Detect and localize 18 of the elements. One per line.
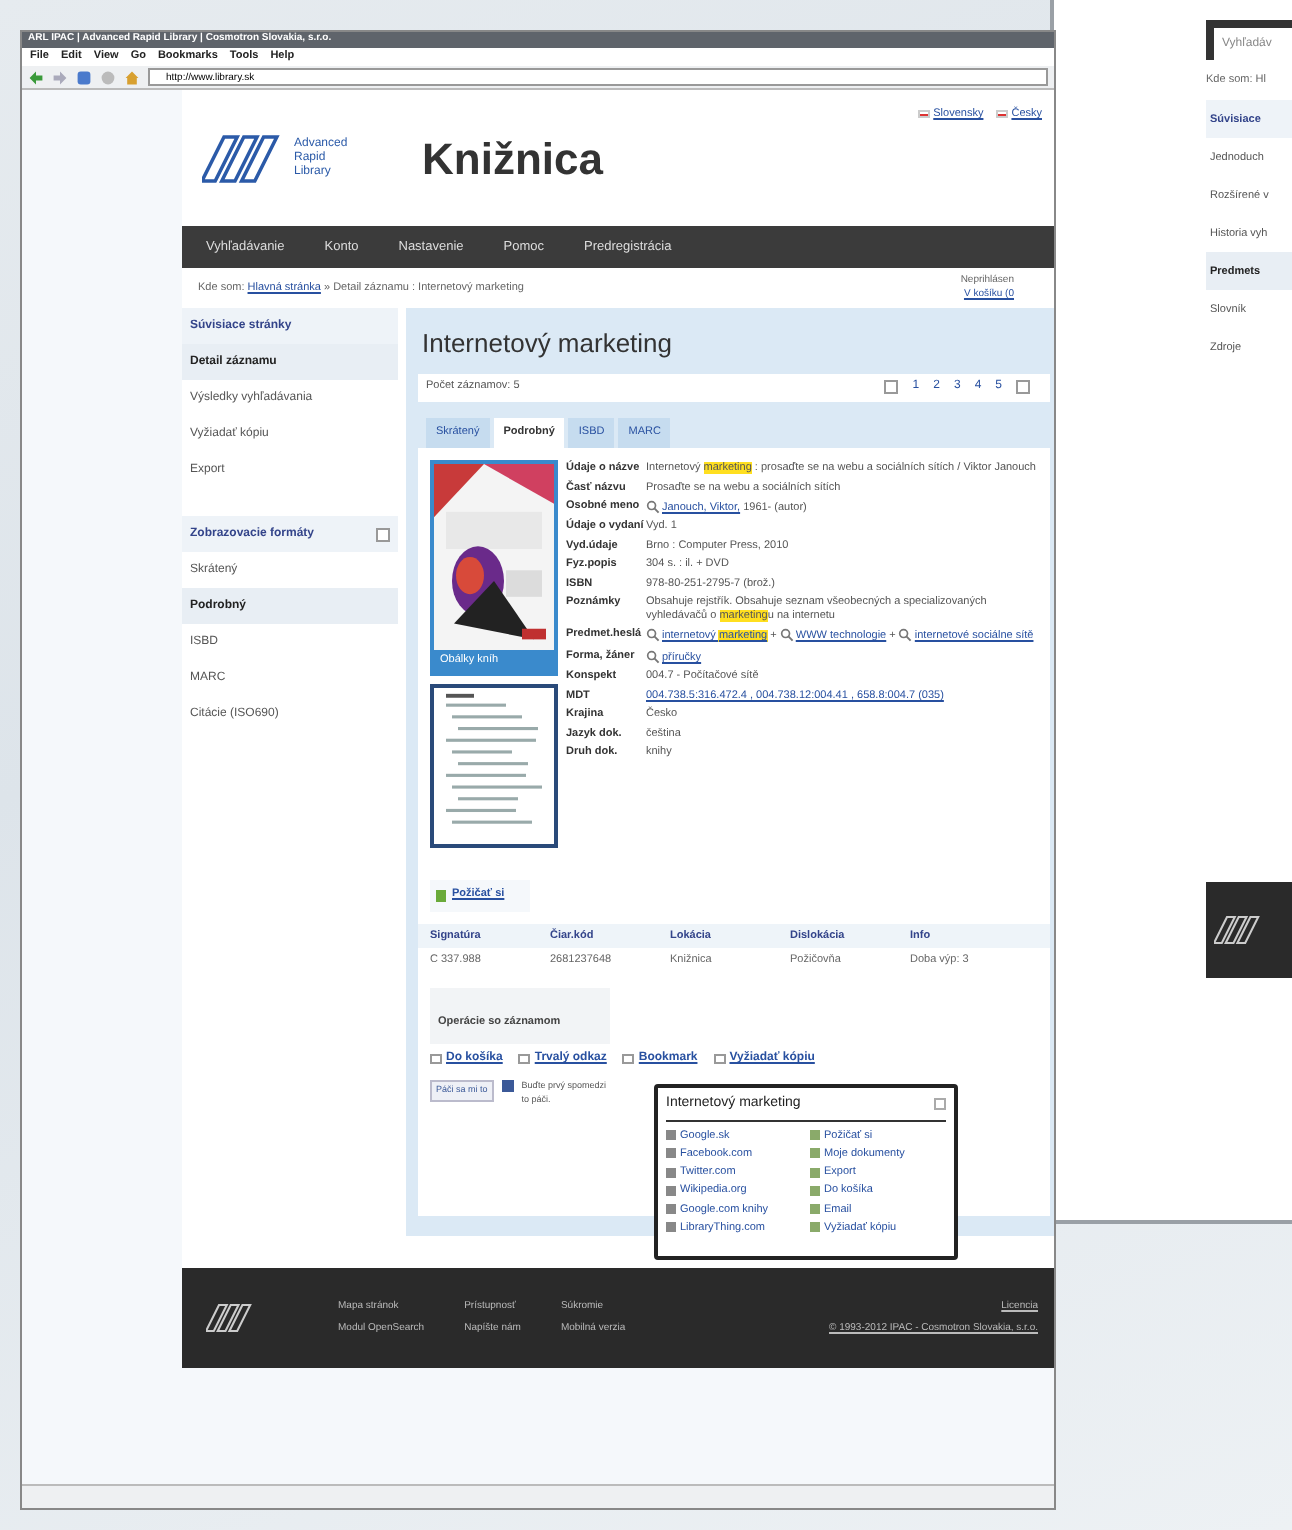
search-icon — [646, 500, 660, 514]
forward-icon[interactable] — [52, 69, 68, 85]
search-icon — [646, 628, 660, 643]
operation-icon — [430, 1054, 442, 1064]
search-icon — [898, 628, 913, 643]
logo-icon — [206, 1302, 258, 1334]
home-icon[interactable] — [124, 69, 140, 85]
site-title: Knižnica — [422, 131, 603, 187]
record-title: Internetový marketing — [422, 326, 675, 362]
flag-icon — [995, 110, 1008, 119]
search-icon — [646, 649, 660, 664]
logo-icon — [1214, 914, 1266, 947]
flag-icon — [917, 110, 930, 119]
operation-icon — [622, 1054, 635, 1064]
back-icon[interactable] — [28, 69, 44, 85]
search-icon — [779, 628, 794, 643]
operation-icon — [713, 1054, 726, 1064]
operation-icon — [518, 1054, 531, 1064]
